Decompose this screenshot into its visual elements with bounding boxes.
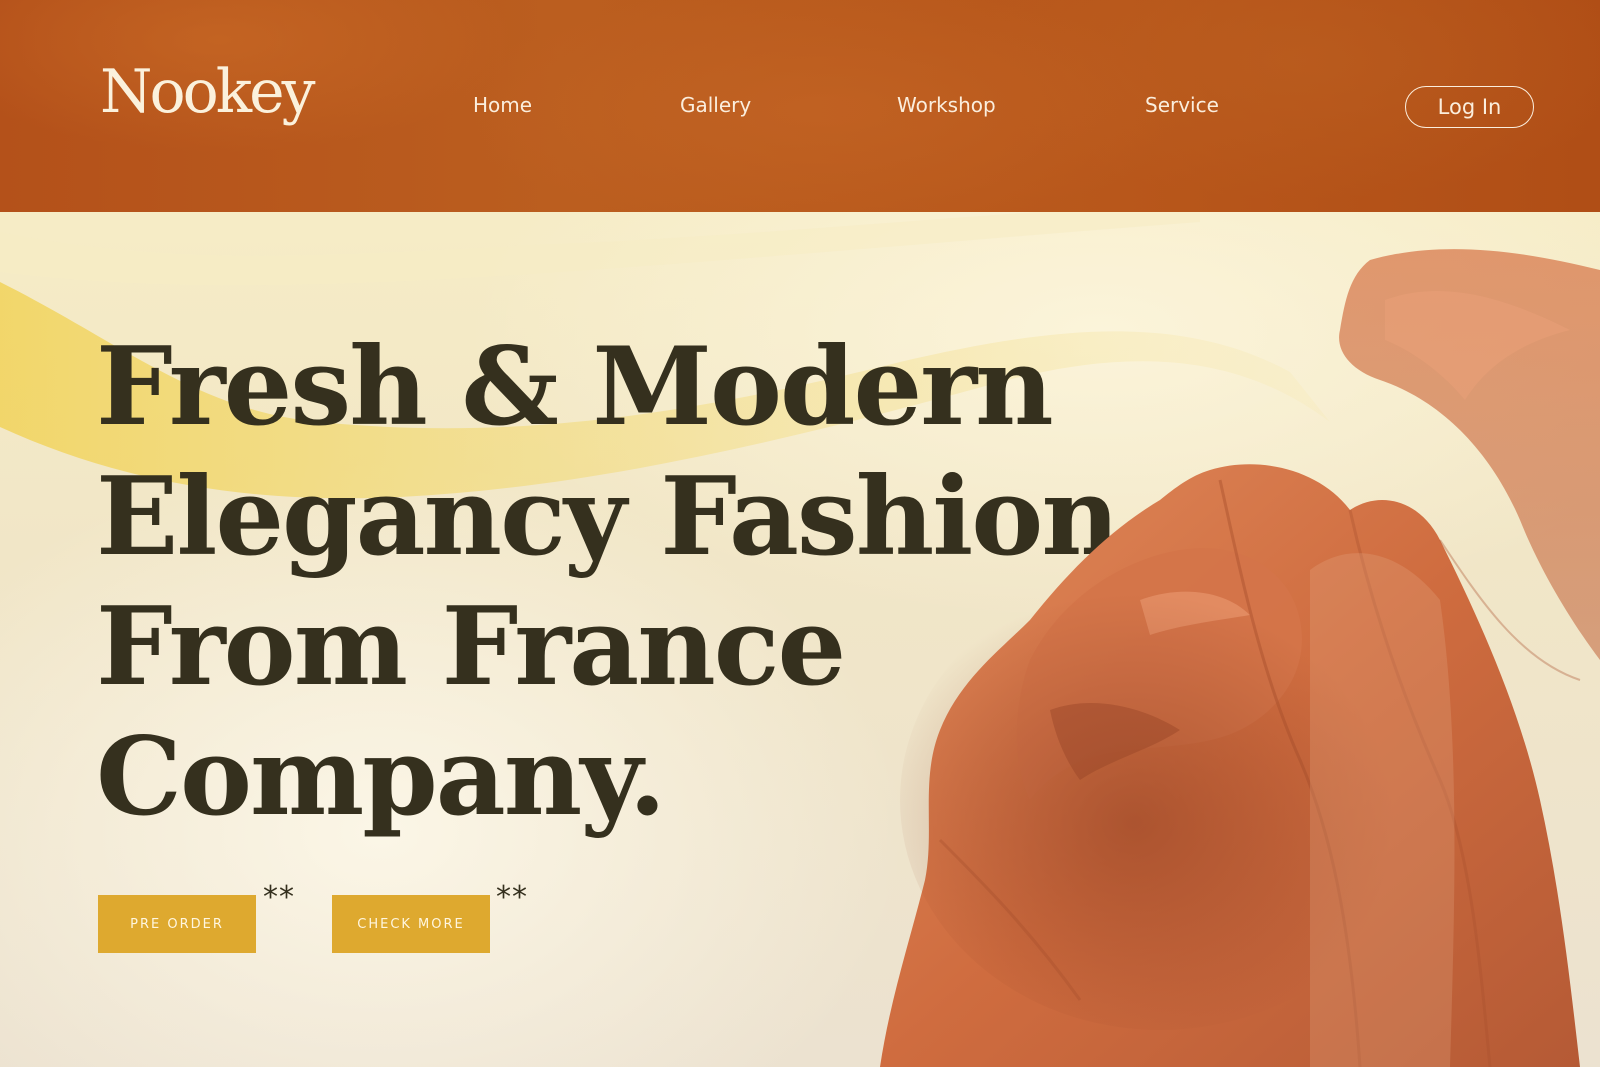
nav-item-home[interactable]: Home bbox=[473, 93, 532, 117]
top-navigation-bar: Nookey Home Gallery Workshop Service Log… bbox=[0, 0, 1600, 212]
pre-order-button[interactable]: PRE ORDER bbox=[98, 895, 256, 953]
nav-item-gallery[interactable]: Gallery bbox=[680, 93, 751, 117]
hero-section: Fresh & Modern Elegancy Fashion From Fra… bbox=[0, 212, 1600, 1067]
login-button[interactable]: Log In bbox=[1405, 86, 1534, 128]
brand-logo[interactable]: Nookey bbox=[100, 62, 316, 122]
nav-item-service[interactable]: Service bbox=[1145, 93, 1219, 117]
check-more-asterisk-mark: ** bbox=[496, 880, 528, 915]
check-more-button[interactable]: CHECK MORE bbox=[332, 895, 490, 953]
fabric-veiled-figure-image bbox=[880, 249, 1600, 1067]
pre-order-asterisk-mark: ** bbox=[263, 880, 295, 915]
nav-item-workshop[interactable]: Workshop bbox=[897, 93, 996, 117]
